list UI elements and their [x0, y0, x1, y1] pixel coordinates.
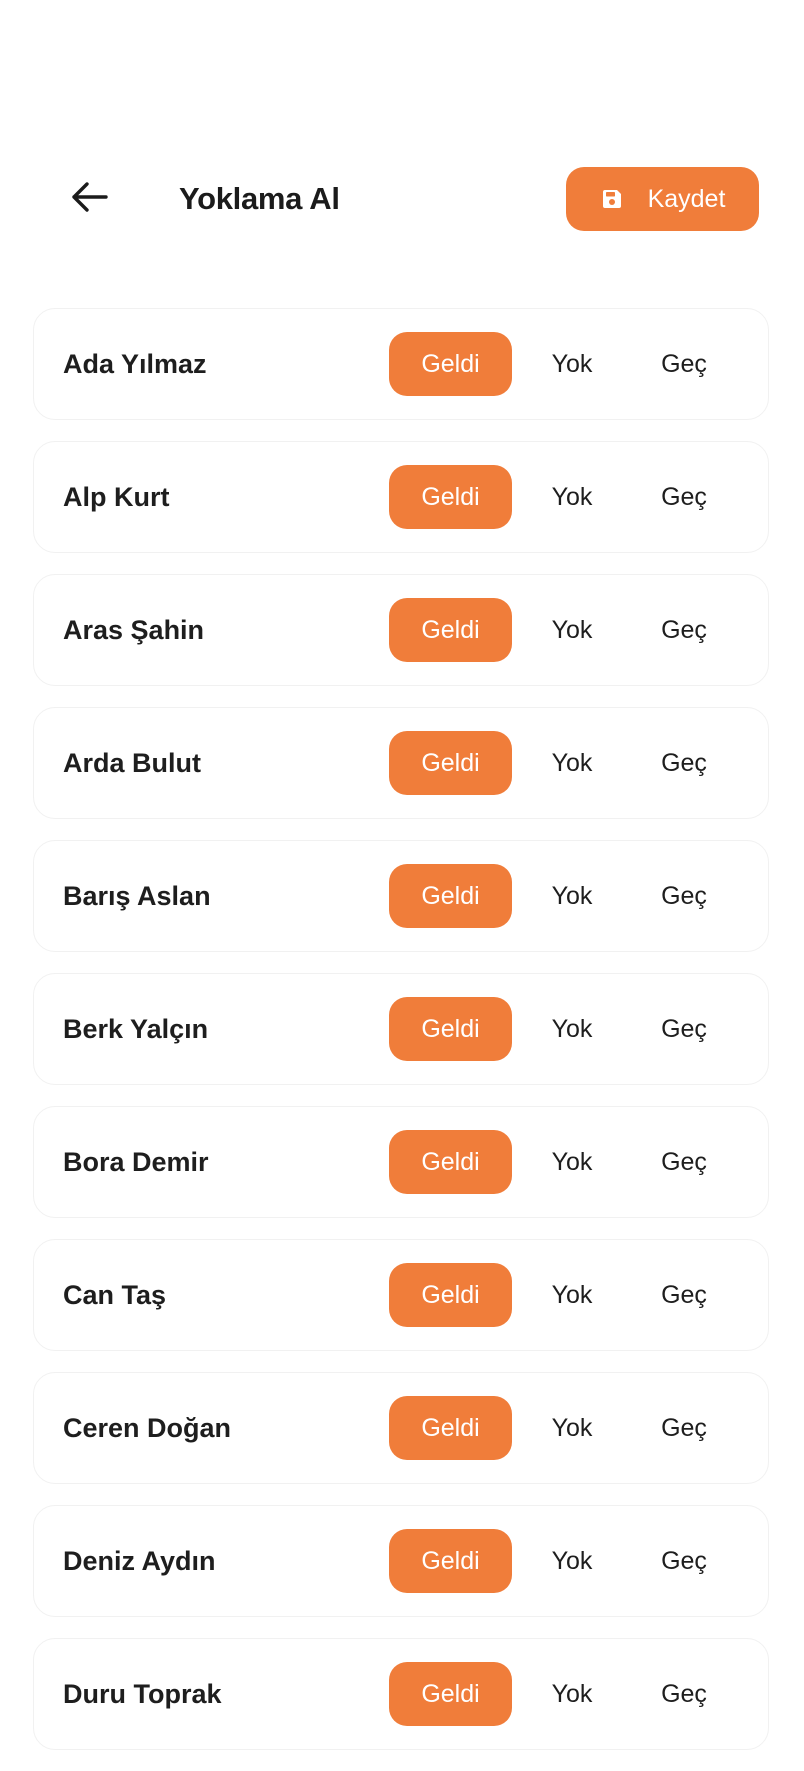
student-name: Ada Yılmaz: [63, 349, 207, 379]
present-button[interactable]: Geldi: [389, 598, 512, 662]
student-row: Barış Aslan Geldi Yok Geç: [33, 840, 769, 952]
present-button[interactable]: Geldi: [389, 332, 512, 396]
late-button[interactable]: Geç: [632, 731, 736, 795]
present-button[interactable]: Geldi: [389, 997, 512, 1061]
student-row: Deniz Aydın Geldi Yok Geç: [33, 1505, 769, 1617]
present-button[interactable]: Geldi: [389, 465, 512, 529]
student-list: Ada Yılmaz Geldi Yok Geç Alp Kurt Geldi …: [33, 308, 769, 1771]
arrow-left-icon: [70, 181, 108, 218]
late-button[interactable]: Geç: [632, 598, 736, 662]
student-name: Can Taş: [63, 1280, 167, 1310]
present-button[interactable]: Geldi: [389, 1529, 512, 1593]
absent-button[interactable]: Yok: [520, 598, 624, 662]
absent-button[interactable]: Yok: [520, 1396, 624, 1460]
page-title: Yoklama Al: [179, 181, 340, 216]
student-row: Duru Toprak Geldi Yok Geç: [33, 1638, 769, 1750]
absent-button[interactable]: Yok: [520, 332, 624, 396]
late-button[interactable]: Geç: [632, 997, 736, 1061]
student-name: Berk Yalçın: [63, 1014, 209, 1044]
absent-button[interactable]: Yok: [520, 1529, 624, 1593]
present-button[interactable]: Geldi: [389, 864, 512, 928]
student-row: Berk Yalçın Geldi Yok Geç: [33, 973, 769, 1085]
late-button[interactable]: Geç: [632, 465, 736, 529]
late-button[interactable]: Geç: [632, 1529, 736, 1593]
student-name: Deniz Aydın: [63, 1546, 216, 1576]
student-name: Arda Bulut: [63, 748, 201, 778]
present-button[interactable]: Geldi: [389, 1662, 512, 1726]
late-button[interactable]: Geç: [632, 1263, 736, 1327]
present-button[interactable]: Geldi: [389, 1396, 512, 1460]
present-button[interactable]: Geldi: [389, 1130, 512, 1194]
app-header: Yoklama Al Kaydet: [0, 166, 804, 232]
absent-button[interactable]: Yok: [520, 1662, 624, 1726]
save-button[interactable]: Kaydet: [566, 167, 759, 231]
student-name: Barış Aslan: [63, 881, 211, 911]
student-row: Can Taş Geldi Yok Geç: [33, 1239, 769, 1351]
absent-button[interactable]: Yok: [520, 864, 624, 928]
present-button[interactable]: Geldi: [389, 731, 512, 795]
save-button-label: Kaydet: [647, 184, 726, 213]
absent-button[interactable]: Yok: [520, 465, 624, 529]
student-name: Alp Kurt: [63, 482, 170, 512]
floppy-disk-icon: [600, 187, 624, 211]
late-button[interactable]: Geç: [632, 1130, 736, 1194]
absent-button[interactable]: Yok: [520, 1130, 624, 1194]
student-name: Aras Şahin: [63, 615, 205, 645]
student-row: Ceren Doğan Geldi Yok Geç: [33, 1372, 769, 1484]
student-row: Bora Demir Geldi Yok Geç: [33, 1106, 769, 1218]
late-button[interactable]: Geç: [632, 332, 736, 396]
student-name: Ceren Doğan: [63, 1413, 232, 1443]
late-button[interactable]: Geç: [632, 864, 736, 928]
absent-button[interactable]: Yok: [520, 731, 624, 795]
student-row: Arda Bulut Geldi Yok Geç: [33, 707, 769, 819]
absent-button[interactable]: Yok: [520, 997, 624, 1061]
late-button[interactable]: Geç: [632, 1662, 736, 1726]
student-name: Bora Demir: [63, 1147, 209, 1177]
student-row: Ada Yılmaz Geldi Yok Geç: [33, 308, 769, 420]
student-name: Duru Toprak: [63, 1679, 222, 1709]
late-button[interactable]: Geç: [632, 1396, 736, 1460]
present-button[interactable]: Geldi: [389, 1263, 512, 1327]
student-row: Aras Şahin Geldi Yok Geç: [33, 574, 769, 686]
back-button[interactable]: [64, 179, 114, 219]
student-row: Alp Kurt Geldi Yok Geç: [33, 441, 769, 553]
absent-button[interactable]: Yok: [520, 1263, 624, 1327]
